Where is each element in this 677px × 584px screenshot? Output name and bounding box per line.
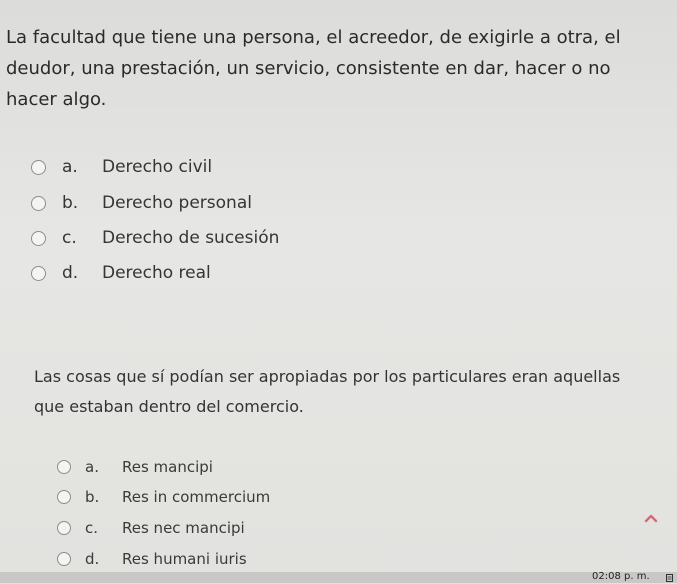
option-letter: d.	[85, 550, 100, 568]
option-letter: d.	[62, 263, 79, 283]
taskbar: 02:08 p. m.	[0, 571, 677, 583]
taskbar-clock: 02:08 p. m.	[592, 571, 650, 582]
question-1-option-a[interactable]: a. Derecho civil	[31, 157, 212, 177]
radio-button[interactable]	[31, 159, 46, 175]
option-letter: a.	[85, 458, 99, 476]
quiz-screen: La facultad que tiene una persona, el ac…	[0, 0, 677, 583]
option-label: Res in commercium	[122, 488, 271, 506]
question-1-text: La facultad que tiene una persona, el ac…	[6, 27, 621, 110]
radio-button[interactable]	[31, 265, 46, 281]
option-letter: a.	[62, 157, 78, 177]
radio-button[interactable]	[57, 460, 71, 474]
option-letter: b.	[85, 488, 100, 506]
option-label: Derecho de sucesión	[102, 228, 280, 248]
question-2-text: Las cosas que sí podían ser apropiadas p…	[34, 367, 621, 416]
question-2-option-d[interactable]: d. Res humani iuris	[57, 550, 247, 568]
option-label: Derecho personal	[102, 193, 252, 213]
question-2-option-c[interactable]: c. Res nec mancipi	[57, 519, 245, 537]
notification-icon[interactable]	[666, 574, 673, 582]
radio-button[interactable]	[31, 230, 46, 246]
question-1-option-d[interactable]: d. Derecho real	[31, 263, 211, 283]
option-label: Derecho real	[102, 263, 211, 283]
question-1-option-b[interactable]: b. Derecho personal	[31, 193, 252, 213]
option-letter: c.	[85, 519, 99, 537]
option-label: Derecho civil	[102, 157, 213, 177]
question-2-option-b[interactable]: b. Res in commercium	[57, 488, 270, 506]
option-letter: b.	[62, 193, 79, 213]
radio-button[interactable]	[57, 521, 71, 535]
radio-button[interactable]	[31, 195, 46, 211]
chevron-up-icon	[644, 514, 658, 523]
question-2-option-a[interactable]: a. Res mancipi	[57, 458, 213, 476]
question-1-option-c[interactable]: c. Derecho de sucesión	[31, 228, 279, 248]
radio-button[interactable]	[57, 552, 71, 566]
option-label: Res nec mancipi	[122, 519, 245, 537]
option-letter: c.	[62, 228, 77, 248]
option-label: Res mancipi	[122, 458, 213, 476]
radio-button[interactable]	[57, 490, 71, 504]
scroll-up-button[interactable]	[640, 509, 662, 527]
option-label: Res humani iuris	[122, 550, 247, 568]
